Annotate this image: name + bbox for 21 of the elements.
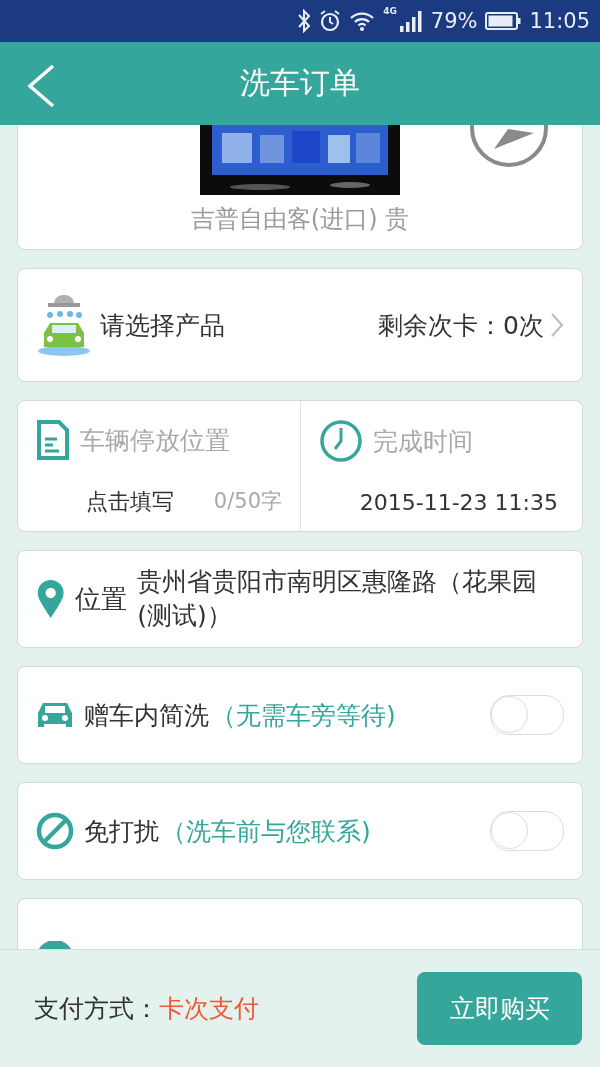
char-counter: 0/50字 [213, 488, 282, 515]
page-title: 洗车订单 [240, 64, 360, 102]
option-label: 免打扰 [84, 815, 159, 848]
vehicle-name: 吉普自由客(进口) 贵 [190, 204, 410, 235]
option-label: 赠车内简洗 [84, 699, 209, 732]
network-type: 4G [383, 6, 397, 16]
product-label: 请选择产品 [100, 309, 225, 342]
payment-label: 支付方式： [34, 993, 159, 1025]
clock-time: 11:05 [529, 9, 590, 33]
location-label: 位置 [75, 582, 128, 616]
parking-field[interactable]: 点击填写 [84, 487, 198, 515]
option-note: （洗车前与您联系) [161, 815, 371, 848]
finish-time-value: 2015-11-23 11:35 [359, 490, 558, 515]
location-address: 贵州省贵阳市南明区惠隆路（花果园(测试)） [137, 566, 539, 632]
battery-percent: 79% [430, 9, 478, 33]
option-note: （无需车旁等待) [211, 699, 396, 732]
product-card[interactable]: 请选择产品 剩余次卡：0次 [17, 268, 583, 382]
parking-title: 车辆停放位置 [80, 424, 230, 457]
remaining-count: 剩余次卡：0次 [378, 309, 544, 342]
payment-method: 卡次支付 [159, 993, 259, 1025]
finish-time-title: 完成时间 [373, 425, 473, 458]
